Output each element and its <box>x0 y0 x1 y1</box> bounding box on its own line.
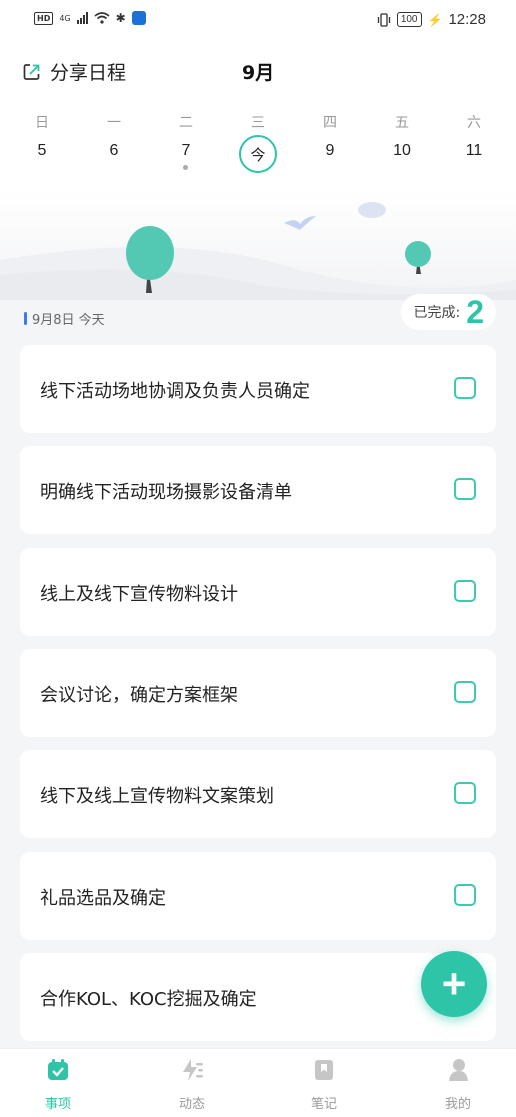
nav-label: 事项 <box>44 1097 71 1112</box>
task-card[interactable]: 线上及线下宣传物料设计 <box>20 548 496 636</box>
date-cell[interactable]: 11 <box>454 142 494 160</box>
share-icon <box>23 63 40 80</box>
weekday-label: 四 <box>323 115 337 131</box>
task-checkbox[interactable] <box>454 782 476 804</box>
nav-item-tasks[interactable]: 事项 <box>18 1057 98 1112</box>
bottom-nav: 事项 动态 笔记 我的 <box>0 1048 516 1117</box>
weekday-label: 二 <box>179 115 193 131</box>
share-schedule-button[interactable]: 分享日程 <box>22 58 126 85</box>
date-cell[interactable]: 5 <box>22 142 62 160</box>
completed-label: 已完成: <box>413 305 461 321</box>
date-cell[interactable]: 9 <box>310 142 350 160</box>
task-title: 合作KOL、KOC挖掘及确定 <box>40 989 257 1010</box>
weekday-label: 一 <box>107 115 121 131</box>
signal-icon <box>76 12 88 24</box>
clock: 12:28 <box>448 11 486 28</box>
weekday-label: 三 <box>251 115 265 131</box>
add-task-button[interactable]: + <box>421 951 487 1017</box>
task-checkbox[interactable] <box>454 377 476 399</box>
app-header: 分享日程 9月 <box>0 44 516 100</box>
date-cell[interactable]: 10 <box>382 142 422 160</box>
nav-label: 动态 <box>178 1097 205 1112</box>
task-checkbox[interactable] <box>454 580 476 602</box>
completed-count: 2 <box>466 293 484 330</box>
task-title: 线下及线上宣传物料文案策划 <box>40 786 274 807</box>
month-title[interactable]: 9月 <box>242 58 274 85</box>
nav-label: 我的 <box>444 1097 471 1112</box>
completed-counter[interactable]: 已完成: 2 <box>401 294 496 330</box>
landscape-illustration <box>0 202 516 300</box>
network-type: 4G <box>59 13 71 23</box>
user-icon <box>449 1059 468 1081</box>
task-title: 明确线下活动现场摄影设备清单 <box>40 482 292 503</box>
task-card[interactable]: 线下及线上宣传物料文案策划 <box>20 750 496 838</box>
task-checkbox[interactable] <box>454 478 476 500</box>
task-checkbox[interactable] <box>454 884 476 906</box>
hd-icon: HD <box>34 11 54 25</box>
task-checkbox[interactable] <box>454 681 476 703</box>
bookmark-note-icon <box>315 1060 333 1080</box>
app-notification-icon <box>131 11 146 25</box>
selected-date-label: 9月8日 今天 <box>32 313 105 328</box>
bluetooth-icon: ✱ <box>115 11 126 25</box>
task-card[interactable]: 礼品选品及确定 <box>20 852 496 940</box>
weekday-label: 五 <box>395 115 409 131</box>
selected-date: 9月8日 今天 <box>24 309 105 328</box>
task-title: 会议讨论，确定方案框架 <box>40 685 238 706</box>
calendar-check-icon <box>48 1059 68 1080</box>
nav-label: 笔记 <box>310 1097 337 1112</box>
share-schedule-label: 分享日程 <box>50 62 127 84</box>
task-title: 线下活动场地协调及负责人员确定 <box>40 381 310 402</box>
event-dot <box>183 165 188 170</box>
task-title: 礼品选品及确定 <box>40 888 166 909</box>
task-card[interactable]: 会议讨论，确定方案框架 <box>20 649 496 737</box>
weekday-label: 日 <box>35 115 49 131</box>
task-card[interactable]: 线下活动场地协调及负责人员确定 <box>20 345 496 433</box>
weekday-label: 六 <box>467 115 481 131</box>
date-cell-today[interactable]: 今 <box>239 135 277 173</box>
charging-icon: ⚡ <box>427 12 443 27</box>
date-cell[interactable]: 7 <box>166 142 206 160</box>
lightning-icon <box>183 1059 203 1081</box>
nav-item-notes[interactable]: 笔记 <box>284 1057 364 1112</box>
task-card[interactable]: 明确线下活动现场摄影设备清单 <box>20 446 496 534</box>
nav-item-profile[interactable]: 我的 <box>418 1057 498 1112</box>
wifi-icon <box>94 12 110 24</box>
vibrate-icon <box>377 12 390 27</box>
date-cell[interactable]: 6 <box>94 142 134 160</box>
date-marker <box>24 312 27 325</box>
status-bar: HD 4G ✱ 100 ⚡ 12:28 <box>0 0 516 44</box>
battery-indicator: 100 <box>396 12 422 27</box>
task-title: 线上及线下宣传物料设计 <box>40 584 238 605</box>
header-illustration <box>0 190 516 300</box>
nav-item-activity[interactable]: 动态 <box>152 1057 232 1112</box>
plus-icon: + <box>441 960 467 1007</box>
